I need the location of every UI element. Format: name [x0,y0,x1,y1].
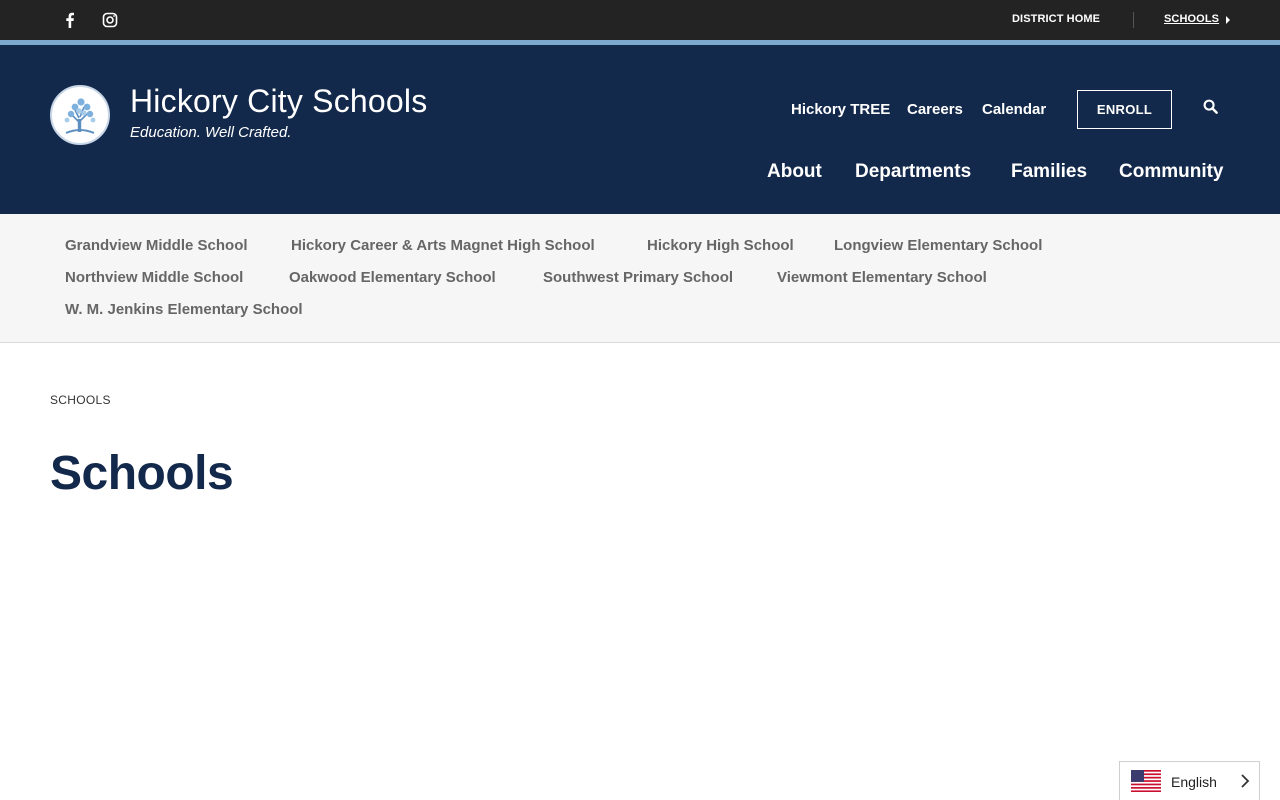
search-icon[interactable] [1200,96,1220,116]
school-link-hickory-career-arts[interactable]: Hickory Career & Arts Magnet High School [291,237,595,254]
nav-community[interactable]: Community [1119,161,1224,183]
utility-bar: DISTRICT HOME SCHOOLS [0,0,1280,40]
divider [1133,12,1134,28]
breadcrumb: SCHOOLS [50,393,111,407]
facebook-icon[interactable] [60,10,80,30]
school-link-oakwood[interactable]: Oakwood Elementary School [289,269,496,286]
site-title[interactable]: Hickory City Schools [130,83,427,120]
enroll-button[interactable]: ENROLL [1077,90,1172,129]
site-tagline: Education. Well Crafted. [130,124,292,141]
us-flag-icon [1131,770,1161,792]
district-home-link[interactable]: DISTRICT HOME [1012,13,1100,25]
language-label: English [1171,774,1217,790]
chevron-right-icon [1241,774,1250,788]
nav-families[interactable]: Families [1011,161,1087,183]
site-header: Hickory City Schools Education. Well Cra… [0,45,1280,214]
quick-link-careers[interactable]: Careers [907,101,963,118]
school-link-longview[interactable]: Longview Elementary School [834,237,1042,254]
schools-menu-link[interactable]: SCHOOLS [1164,13,1219,25]
nav-about[interactable]: About [767,161,822,183]
school-link-grandview[interactable]: Grandview Middle School [65,237,248,254]
school-link-viewmont[interactable]: Viewmont Elementary School [777,269,987,286]
quick-link-hickory-tree[interactable]: Hickory TREE [791,101,890,118]
school-link-northview[interactable]: Northview Middle School [65,269,243,286]
schools-subnav: Grandview Middle School Hickory Career &… [0,214,1280,343]
school-link-southwest[interactable]: Southwest Primary School [543,269,733,286]
quick-link-calendar[interactable]: Calendar [982,101,1046,118]
caret-right-icon [1226,16,1230,24]
school-link-wm-jenkins[interactable]: W. M. Jenkins Elementary School [65,301,303,318]
language-selector[interactable]: English [1119,761,1260,800]
tree-icon [64,98,96,134]
instagram-icon[interactable] [100,10,120,30]
nav-departments[interactable]: Departments [855,161,971,183]
page-title: Schools [50,447,234,500]
district-logo[interactable] [50,85,110,145]
school-link-hickory-high[interactable]: Hickory High School [647,237,794,254]
